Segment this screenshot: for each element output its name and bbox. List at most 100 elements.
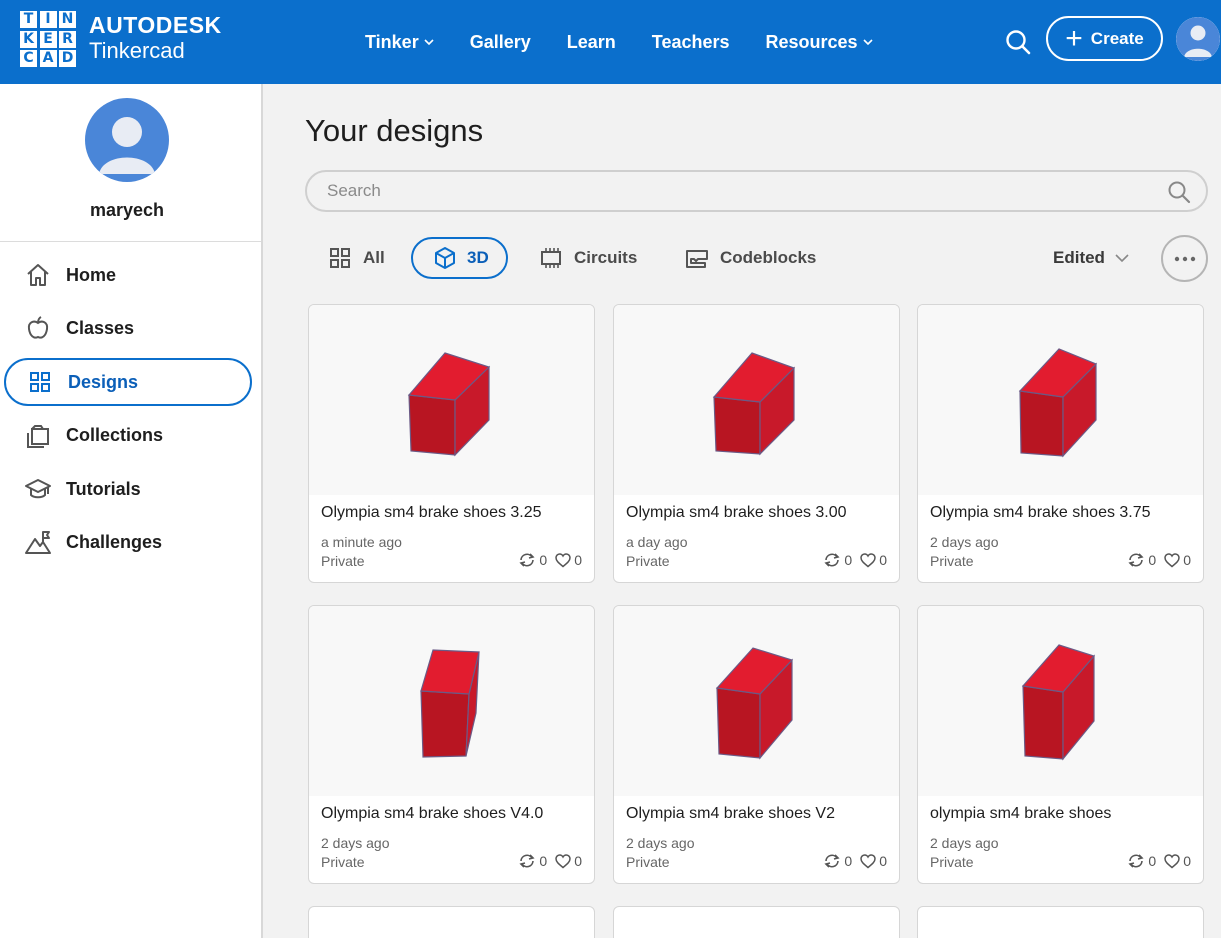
remix-icon [823,853,841,869]
user-icon [1176,17,1220,61]
sidebar-item-label: Home [66,264,117,285]
heart-icon[interactable] [860,853,876,869]
heart-icon[interactable] [860,552,876,568]
remix-icon [1127,853,1145,869]
chevron-down-icon [424,38,434,45]
box-model-image [420,649,480,758]
page-title: Your designs [305,113,484,148]
filter-codeblocks[interactable]: Codeblocks [664,237,836,279]
chevron-down-icon [862,38,873,45]
design-card[interactable] [917,906,1204,938]
nav-gallery[interactable]: Gallery [470,32,531,53]
design-card[interactable]: Olympia sm4 brake shoes V4.0 2 days ago Pr… [308,605,595,884]
sidebar-item-label: Collections [66,424,164,445]
design-card[interactable]: Olympia sm4 brake shoes 3.25 a minute ago… [308,304,595,583]
profile-avatar[interactable] [85,98,169,182]
brand-line-tinkercad: Tinkercad [89,38,185,63]
tinkercad-logo[interactable]: T I N K E R C A D [20,11,76,67]
design-privacy: Private [321,854,365,870]
design-card[interactable]: Olympia sm4 brake shoes 3.75 2 days ago Pr… [917,304,1204,583]
design-stats: 00 [823,853,887,869]
design-thumbnail[interactable] [918,606,1203,796]
brand-line-autodesk: AUTODESK [89,12,222,38]
design-thumbnail[interactable] [614,606,899,796]
sort-dropdown[interactable]: Edited [1053,237,1129,279]
heart-icon[interactable] [555,552,571,568]
heart-icon[interactable] [1164,552,1180,568]
design-stats: 00 [518,853,582,869]
grid-icon [26,368,54,396]
nav-teachers[interactable]: Teachers [652,32,730,53]
sidebar-item-label: Challenges [66,531,163,552]
like-count: 0 [574,853,582,869]
grid-icon [327,245,353,271]
remix-count: 0 [1148,853,1157,869]
like-count: 0 [879,552,887,568]
search-icon[interactable] [1166,179,1192,205]
sidebar: maryech Home Classes Designs Collections… [0,84,263,938]
nav-tinker[interactable]: Tinker [365,32,434,53]
filter-circuits[interactable]: Circuits [518,237,657,279]
heart-icon[interactable] [555,853,571,869]
remix-icon [518,853,536,869]
chip-icon [538,245,564,271]
design-stats: 00 [1127,853,1191,869]
design-privacy: Private [930,854,974,870]
design-thumbnail[interactable] [309,606,594,796]
remix-icon [518,552,536,568]
design-edited-time: a day ago [626,534,688,550]
home-icon [24,261,52,289]
sidebar-item-tutorials[interactable]: Tutorials [4,465,252,513]
sidebar-item-challenges[interactable]: Challenges [4,518,252,566]
remix-count: 0 [844,552,853,568]
create-button[interactable]: + Create [1046,16,1163,61]
design-thumbnail[interactable] [309,305,594,495]
search-input[interactable] [327,180,1147,202]
plus-icon: + [1065,21,1083,55]
like-count: 0 [1183,853,1191,869]
remix-count: 0 [844,853,853,869]
sidebar-item-label: Classes [66,317,135,338]
design-title[interactable]: Olympia sm4 brake shoes 3.75 [930,504,1151,522]
design-card[interactable] [308,906,595,938]
sidebar-item-label: Tutorials [66,478,141,499]
search-bar [305,170,1208,212]
heart-icon[interactable] [1164,853,1180,869]
sidebar-item-home[interactable]: Home [4,251,252,299]
search-icon[interactable] [1003,27,1033,57]
design-edited-time: 2 days ago [626,835,695,851]
design-card[interactable]: Olympia sm4 brake shoes V2 2 days ago Priv… [613,605,900,884]
design-privacy: Private [321,553,365,569]
more-options-button[interactable] [1161,235,1208,282]
design-thumbnail[interactable] [614,305,899,495]
design-thumbnail[interactable] [918,305,1203,495]
design-title[interactable]: Olympia sm4 brake shoes 3.25 [321,504,542,522]
box-model-image [1018,348,1098,458]
design-edited-time: 2 days ago [321,835,390,851]
user-avatar[interactable] [1176,17,1220,61]
design-card[interactable] [613,906,900,938]
sidebar-item-classes[interactable]: Classes [4,304,252,352]
design-title[interactable]: olympia sm4 brake shoes [930,805,1111,823]
design-title[interactable]: Olympia sm4 brake shoes V2 [626,805,835,823]
codeblocks-icon [684,245,710,271]
username[interactable]: maryech [0,200,254,221]
filter-all[interactable]: All [307,237,405,279]
design-title[interactable]: Olympia sm4 brake shoes 3.00 [626,504,847,522]
design-card[interactable]: Olympia sm4 brake shoes 3.00 a day ago Pri… [613,304,900,583]
design-edited-time: 2 days ago [930,835,999,851]
nav-learn[interactable]: Learn [567,32,616,53]
ellipsis-icon [1174,256,1195,261]
remix-count: 0 [539,853,548,869]
like-count: 0 [879,853,887,869]
nav-resources[interactable]: Resources [766,32,873,53]
main-nav: Tinker Gallery Learn Teachers Resources [365,0,909,84]
brand-name[interactable]: AUTODESK Tinkercad [89,12,222,63]
design-card[interactable]: olympia sm4 brake shoes 2 days ago Private… [917,605,1204,884]
sidebar-item-designs[interactable]: Designs [4,358,252,406]
filter-3d[interactable]: 3D [411,237,508,279]
sidebar-item-collections[interactable]: Collections [4,411,252,459]
design-privacy: Private [626,854,670,870]
design-stats: 00 [823,552,887,568]
design-title[interactable]: Olympia sm4 brake shoes V4.0 [321,805,543,823]
